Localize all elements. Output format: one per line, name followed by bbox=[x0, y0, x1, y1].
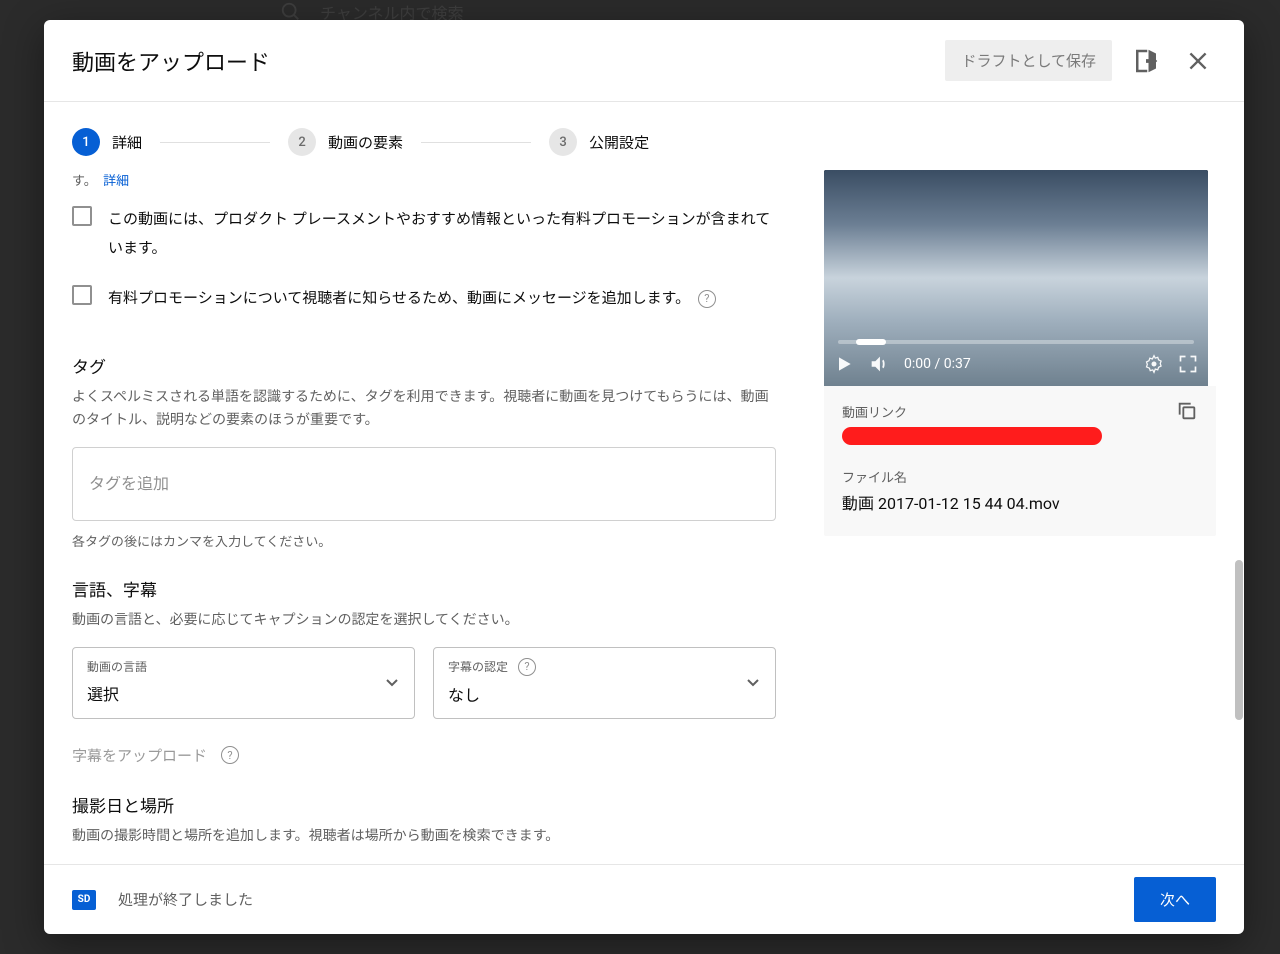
upload-dialog: 動画をアップロード ドラフトとして保存 1 詳細 2 動画の要素 3 公開設定 … bbox=[44, 20, 1244, 934]
close-icon bbox=[1185, 48, 1211, 74]
video-info-panel: 動画リンク ファイル名 動画 2017-01-12 15 44 04.mov bbox=[824, 386, 1216, 536]
language-section: 言語、字幕 動画の言語と、必要に応じてキャプションの認定を選択してください。 動… bbox=[72, 576, 776, 766]
video-link-redacted bbox=[842, 427, 1102, 445]
video-language-select[interactable]: 動画の言語 選択 bbox=[72, 647, 415, 719]
volume-icon[interactable] bbox=[868, 353, 890, 375]
step-visibility[interactable]: 3 公開設定 bbox=[549, 128, 649, 156]
stepper: 1 詳細 2 動画の要素 3 公開設定 bbox=[44, 102, 1244, 170]
paid-promotion-checkbox-row: この動画には、プロダクト プレースメントやおすすめ情報といった有料プロモーション… bbox=[72, 197, 776, 276]
fullscreen-icon[interactable] bbox=[1178, 354, 1198, 374]
sd-badge: SD bbox=[72, 890, 96, 910]
processing-status: 処理が終了しました bbox=[118, 889, 253, 910]
next-button[interactable]: 次へ bbox=[1134, 877, 1216, 922]
save-draft-button[interactable]: ドラフトとして保存 bbox=[945, 40, 1112, 81]
dialog-footer: SD 処理が終了しました 次へ bbox=[44, 864, 1244, 934]
paid-promotion-checkbox[interactable] bbox=[72, 206, 92, 226]
tags-section: タグ よくスペルミスされる単語を認識するために、タグを利用できます。視聴者に動画… bbox=[72, 353, 776, 551]
date-location-section: 撮影日と場所 動画の撮影時間と場所を追加します。視聴者は場所から動画を検索できま… bbox=[72, 792, 776, 848]
paid-promotion-notify-checkbox-row: 有料プロモーションについて視聴者に知らせるため、動画にメッセージを追加します。 … bbox=[72, 276, 776, 327]
video-link-label: 動画リンク bbox=[842, 402, 1102, 421]
copy-icon[interactable] bbox=[1176, 400, 1198, 422]
step-video-elements[interactable]: 2 動画の要素 bbox=[288, 128, 403, 156]
video-controls: 0:00 / 0:37 bbox=[824, 342, 1208, 386]
tags-input[interactable] bbox=[89, 476, 759, 494]
truncated-previous-text: す。 詳細 bbox=[72, 170, 776, 189]
play-icon[interactable] bbox=[834, 354, 854, 374]
video-preview[interactable]: 0:00 / 0:37 bbox=[824, 170, 1208, 386]
scrollbar-thumb[interactable] bbox=[1235, 560, 1243, 720]
file-name-label: ファイル名 bbox=[842, 467, 1198, 486]
video-time: 0:00 / 0:37 bbox=[904, 356, 971, 372]
caption-certification-select[interactable]: 字幕の認定 ? なし bbox=[433, 647, 776, 719]
form-scroll-area[interactable]: す。 詳細 この動画には、プロダクト プレースメントやおすすめ情報といった有料プ… bbox=[72, 170, 824, 848]
dialog-title: 動画をアップロード bbox=[72, 45, 270, 77]
help-icon[interactable]: ? bbox=[518, 658, 536, 676]
tags-input-wrapper[interactable] bbox=[72, 447, 776, 521]
upload-subtitles-button: 字幕をアップロード ? bbox=[72, 745, 776, 766]
file-name-value: 動画 2017-01-12 15 44 04.mov bbox=[842, 490, 1198, 514]
step-details[interactable]: 1 詳細 bbox=[72, 128, 142, 156]
chevron-down-icon bbox=[747, 679, 759, 687]
exit-door-icon[interactable] bbox=[1130, 45, 1162, 77]
close-button[interactable] bbox=[1180, 43, 1216, 79]
chevron-down-icon bbox=[386, 679, 398, 687]
gear-icon[interactable] bbox=[1144, 354, 1164, 374]
dialog-header: 動画をアップロード ドラフトとして保存 bbox=[44, 20, 1244, 102]
details-link[interactable]: 詳細 bbox=[103, 174, 129, 189]
paid-promotion-notify-checkbox[interactable] bbox=[72, 285, 92, 305]
help-icon[interactable]: ? bbox=[221, 746, 239, 764]
help-icon[interactable]: ? bbox=[698, 290, 716, 308]
